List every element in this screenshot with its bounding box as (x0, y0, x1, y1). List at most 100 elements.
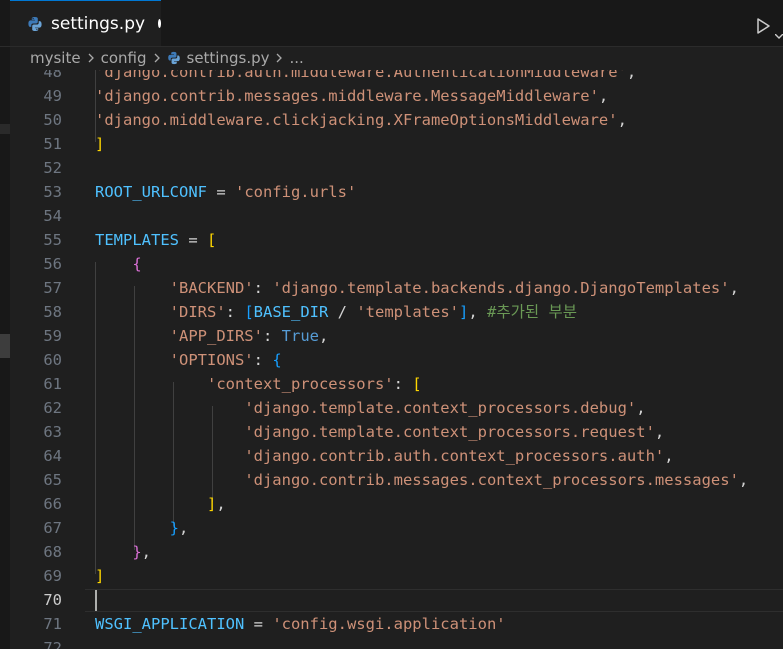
code-token: 'DIRS' (169, 303, 226, 321)
code-token: { (272, 351, 282, 369)
code-line[interactable]: 67 }, (10, 516, 783, 540)
code-line[interactable]: 55 TEMPLATES = [ (10, 228, 783, 252)
code-line[interactable]: 51] (10, 132, 783, 156)
chevron-right-icon (273, 52, 285, 64)
code-editor[interactable]: 48 'django.contrib.auth.middleware.Authen… (10, 70, 783, 649)
line-number: 54 (43, 207, 62, 225)
code-text: WSGI_APPLICATION = 'config.wsgi.applicat… (95, 612, 506, 636)
code-token: 'APP_DIRS' (169, 327, 263, 345)
code-token: , (626, 70, 637, 81)
breadcrumb-item[interactable]: mysite (30, 49, 81, 67)
code-line[interactable]: 54 (10, 204, 783, 228)
code-token: 'context_processors' (206, 375, 394, 393)
breadcrumb-item[interactable]: ... (289, 49, 303, 67)
code-token: WSGI_APPLICATION (95, 615, 245, 633)
code-token: 'config.wsgi.application' (272, 615, 506, 633)
unsaved-dot-icon[interactable] (158, 19, 161, 28)
code-line[interactable]: 59 'APP_DIRS': True, (10, 324, 783, 348)
python-icon (27, 16, 43, 32)
code-text: 'django.contrib.auth.middleware.Authenti… (95, 70, 636, 84)
code-token: 'django.template.backends.django.DjangoT… (272, 279, 730, 297)
line-number: 56 (43, 255, 62, 273)
code-line[interactable]: 61 'context_processors': [ (10, 372, 783, 396)
code-line[interactable]: 49 'django.contrib.messages.middleware.Me… (10, 84, 783, 108)
code-line[interactable]: 58 'DIRS': [BASE_DIR / 'templates'], #추가… (10, 300, 783, 324)
code-token: #추가된 부분 (487, 303, 577, 321)
code-token: [ (207, 231, 217, 249)
code-token: : (393, 375, 413, 393)
code-text: 'django.middleware.clickjacking.XFrameOp… (95, 108, 627, 132)
line-number: 58 (43, 303, 62, 321)
code-line[interactable]: 62 'django.template.context_processors.d… (10, 396, 783, 420)
line-number: 67 (43, 519, 62, 537)
code-token: , (664, 447, 674, 465)
breadcrumb-item[interactable]: config (101, 49, 147, 67)
line-number: 50 (43, 111, 62, 129)
code-token: 'django.contrib.auth.middleware.Authenti… (95, 70, 627, 81)
code-line[interactable]: 65 'django.contrib.messages.context_proc… (10, 468, 783, 492)
code-token: ] (95, 135, 105, 153)
line-number: 68 (43, 543, 62, 561)
code-token: : (225, 303, 245, 321)
tab-bar: settings.py (0, 0, 783, 47)
chevron-down-icon[interactable] (774, 25, 783, 39)
breadcrumb-item[interactable]: settings.py (187, 49, 270, 67)
code-token: = (206, 183, 235, 201)
code-line[interactable]: 70 (10, 588, 783, 612)
code-text: }, (95, 516, 189, 540)
code-line[interactable]: 72 (10, 636, 783, 649)
code-token: ] (458, 303, 469, 321)
code-token: } (169, 519, 179, 537)
run-icon[interactable] (754, 17, 772, 35)
code-line[interactable]: 63 'django.template.context_processors.r… (10, 420, 783, 444)
code-line[interactable]: 53 ROOT_URLCONF = 'config.urls' (10, 180, 783, 204)
code-token: , (468, 303, 487, 321)
code-line[interactable]: 50 'django.middleware.clickjacking.XFrame… (10, 108, 783, 132)
code-line[interactable]: 57 'BACKEND': 'django.template.backends.… (10, 276, 783, 300)
tab-settings-py[interactable]: settings.py (10, 0, 161, 46)
line-number: 66 (43, 495, 62, 513)
code-token: , (216, 495, 226, 513)
code-line[interactable]: 48 'django.contrib.auth.middleware.Authen… (10, 70, 783, 84)
code-token: , (738, 471, 749, 489)
line-number: 59 (43, 327, 62, 345)
code-line[interactable]: 69] (10, 564, 783, 588)
code-line[interactable]: 68 }, (10, 540, 783, 564)
code-token: 'django.middleware.clickjacking.XFrameOp… (95, 111, 618, 129)
activity-strip (0, 0, 10, 649)
chevron-right-icon (85, 52, 97, 64)
code-token: 'django.template.context_processors.requ… (244, 423, 655, 441)
line-number: 53 (43, 183, 62, 201)
line-number: 69 (43, 567, 62, 585)
code-token: 'django.contrib.messages.middleware.Mess… (95, 87, 599, 105)
code-text: 'BACKEND': 'django.template.backends.dja… (95, 276, 739, 300)
code-text: 'django.contrib.messages.middleware.Mess… (95, 84, 608, 108)
line-number: 65 (43, 471, 62, 489)
line-number: 71 (43, 615, 62, 633)
code-line[interactable]: 56 { (10, 252, 783, 276)
code-token: : (262, 327, 282, 345)
code-token: True (281, 327, 319, 345)
code-line[interactable]: 64 'django.contrib.auth.context_processo… (10, 444, 783, 468)
code-token: , (617, 111, 627, 129)
code-token: ROOT_URLCONF (95, 183, 207, 201)
code-token: 'django.contrib.auth.context_processors.… (244, 447, 665, 465)
code-text: 'django.contrib.messages.context_process… (95, 468, 748, 492)
code-token: = (179, 231, 207, 249)
line-number: 63 (43, 423, 62, 441)
code-line[interactable]: 60 'OPTIONS': { (10, 348, 783, 372)
code-line[interactable]: 52 (10, 156, 783, 180)
strip-marker-active (0, 334, 10, 358)
code-token: ] (206, 495, 217, 513)
code-line[interactable]: 66 ], (10, 492, 783, 516)
line-number: 51 (43, 135, 62, 153)
code-line[interactable]: 71 WSGI_APPLICATION = 'config.wsgi.applic… (10, 612, 783, 636)
code-token: TEMPLATES (95, 231, 179, 249)
code-token: [ (412, 375, 422, 393)
